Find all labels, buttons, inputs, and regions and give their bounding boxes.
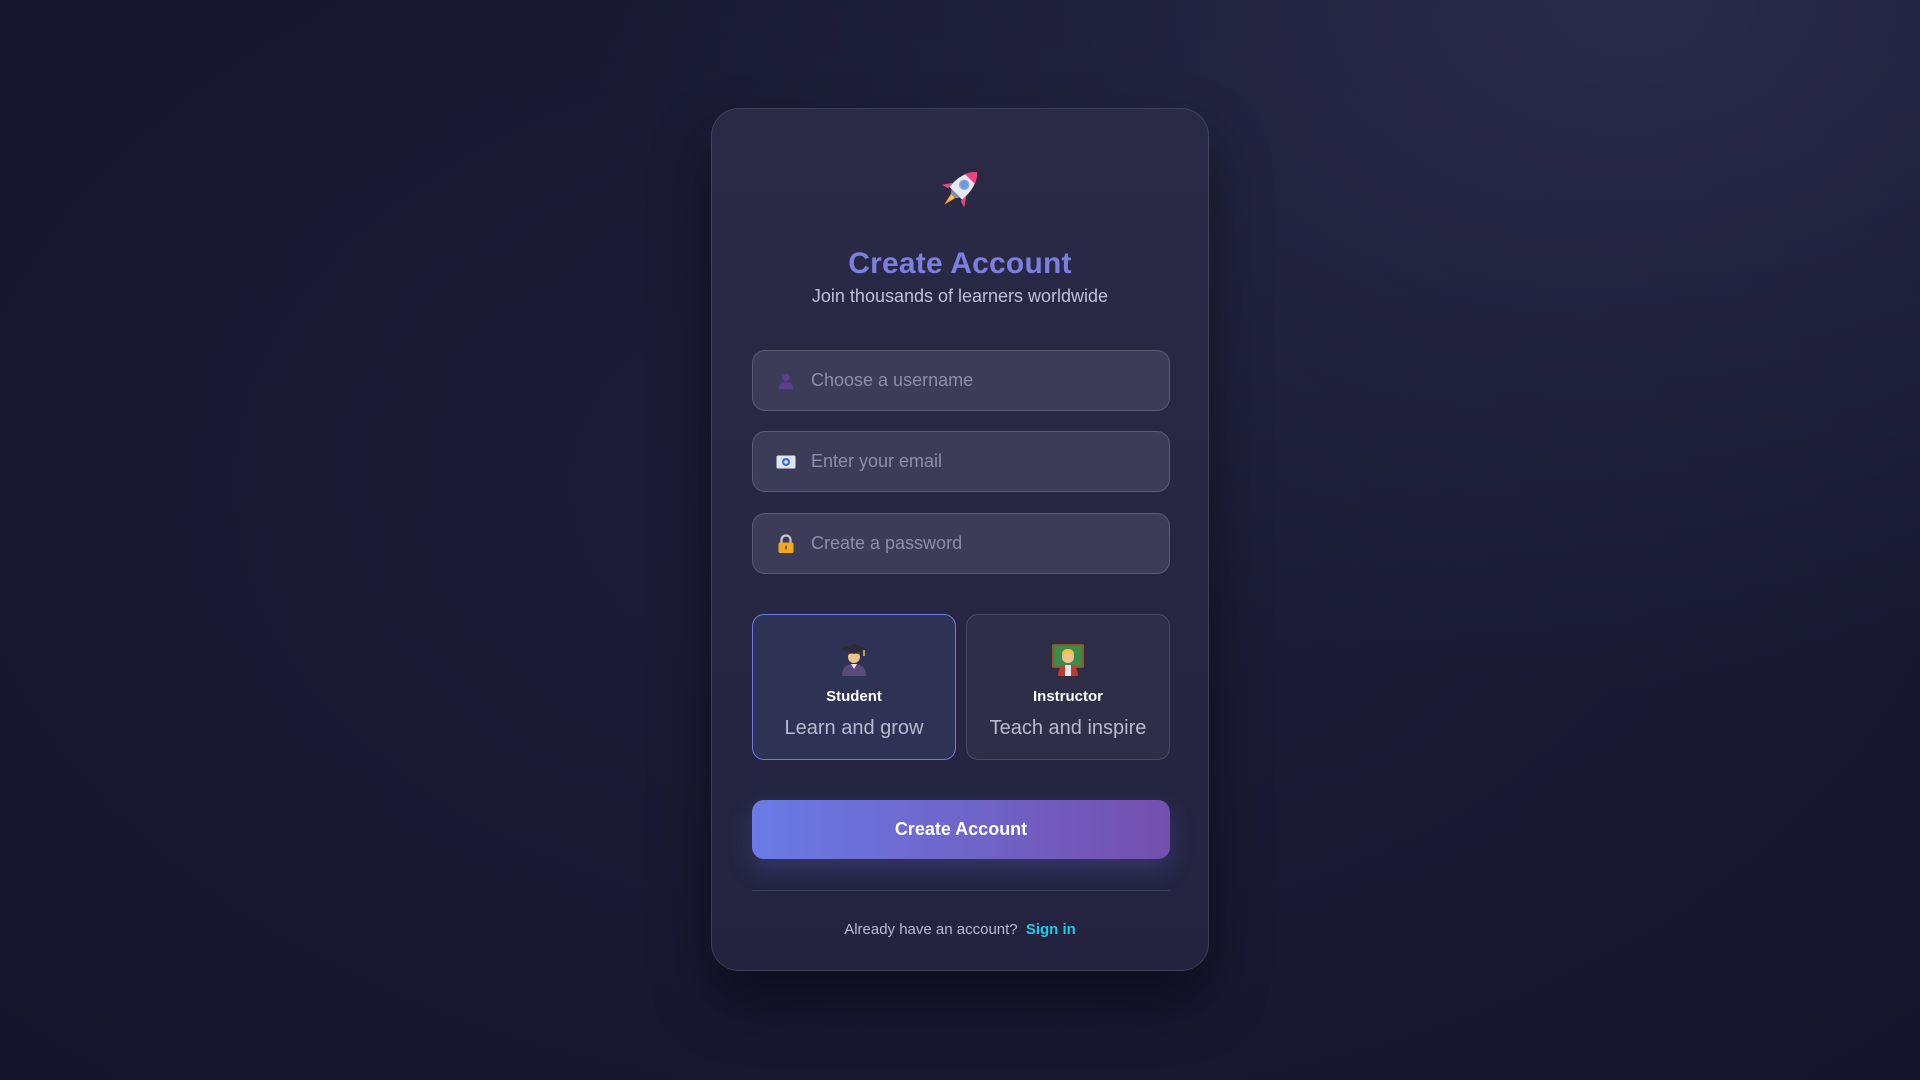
role-title: Student: [826, 688, 882, 705]
user-icon: [775, 370, 797, 392]
signup-card: Create Account Join thousands of learner…: [711, 108, 1209, 971]
email-field[interactable]: [752, 431, 1170, 492]
divider: [752, 890, 1170, 891]
username-input[interactable]: [809, 350, 1169, 411]
role-description: Teach and inspire: [989, 717, 1147, 739]
page-subtitle: Join thousands of learners worldwide: [811, 286, 1109, 306]
lock-icon: [775, 533, 797, 555]
rocket-icon: [941, 172, 977, 208]
sign-in-link[interactable]: Sign in: [1026, 921, 1076, 938]
password-input[interactable]: [809, 513, 1169, 574]
page-title: Create Account: [848, 247, 1072, 280]
create-account-button[interactable]: Create Account: [752, 800, 1170, 859]
signin-prompt-text: Already have an account?: [844, 921, 1018, 938]
email-icon: [775, 451, 797, 473]
signin-prompt: Already have an account? Sign in: [712, 921, 1208, 938]
student-icon: [753, 643, 955, 677]
username-field[interactable]: [752, 350, 1170, 411]
password-field[interactable]: [752, 513, 1170, 574]
role-description: Learn and grow: [784, 717, 924, 739]
teacher-icon: [967, 643, 1169, 677]
role-student-option[interactable]: Student Learn and grow: [752, 614, 956, 760]
role-instructor-option[interactable]: Instructor Teach and inspire: [966, 614, 1170, 760]
logo: [712, 161, 1208, 217]
role-title: Instructor: [1032, 688, 1103, 705]
email-input[interactable]: [809, 431, 1169, 492]
